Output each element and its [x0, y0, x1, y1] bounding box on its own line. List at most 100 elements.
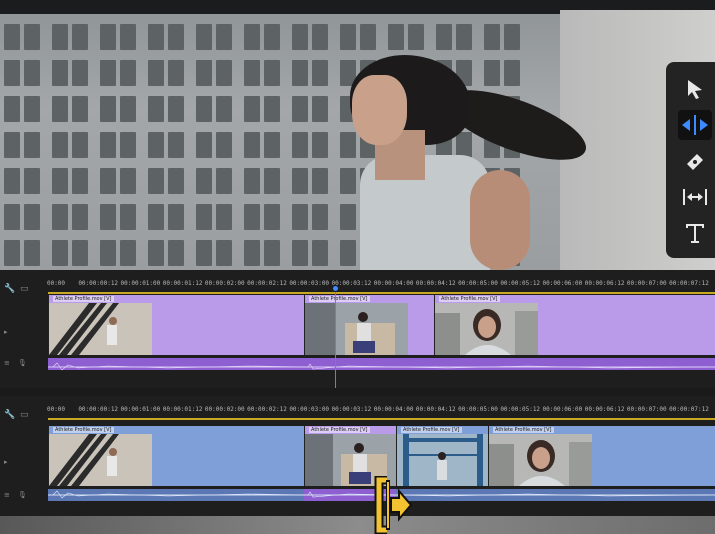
ripple-edit-tool-icon[interactable]	[678, 110, 712, 140]
clip[interactable]: Athlete Profile.mov [V]	[48, 295, 152, 355]
ruler-labels: 00:00 00:00:00:12 00:00:01:00 00:00:01:12 00…	[47, 406, 715, 416]
building-window	[264, 132, 280, 158]
building-window	[312, 96, 328, 122]
runner-face	[352, 75, 407, 145]
building-window	[24, 60, 40, 86]
timeline-before: 🔧 ▭ 00:00 00:00:00:12 00:00:01:00 00:00:01:…	[0, 270, 715, 388]
building-window	[292, 132, 308, 158]
building-window	[148, 240, 164, 266]
ruler-tick-label: 00:00:03:12	[331, 406, 372, 413]
clip-label: Athlete Profile.mov [V]	[401, 427, 462, 433]
building-window	[100, 204, 116, 230]
clip[interactable]: Athlete Profile.mov [V]	[304, 295, 408, 355]
building-window	[72, 168, 88, 194]
clip[interactable]: Athlete Profile.mov [V]	[48, 426, 152, 486]
building-window	[436, 24, 452, 50]
building-window	[292, 24, 308, 50]
building-window	[408, 24, 424, 50]
clip-thumbnail	[49, 303, 152, 355]
playhead[interactable]	[333, 286, 338, 291]
time-ruler[interactable]: 🔧 ▭ 00:00 00:00:00:12 00:00:01:00 00:00:01:…	[0, 396, 715, 420]
wrench-icon[interactable]: 🔧	[4, 284, 15, 294]
building-window	[168, 96, 184, 122]
work-area-bar[interactable]	[48, 292, 715, 294]
building-window	[72, 60, 88, 86]
ruler-tick-label: 00:00:02:00	[204, 280, 245, 287]
building-window	[168, 204, 184, 230]
marker-icon[interactable]: ▭	[20, 284, 30, 294]
ruler-tick-label: 00:00:02:12	[247, 280, 287, 287]
building-window	[72, 96, 88, 122]
clip-thumbnail	[305, 303, 408, 355]
building-window	[100, 24, 116, 50]
ruler-tick-label: 00:00:04:12	[415, 280, 456, 287]
building-window	[340, 132, 356, 158]
building-window	[244, 204, 260, 230]
building-window	[216, 204, 232, 230]
building-window	[100, 240, 116, 266]
track-expand-icon[interactable]: ▸	[4, 458, 8, 466]
audio-toggle-icon[interactable]: ≡	[4, 359, 10, 367]
ruler-tick-label: 00:00:04:00	[373, 406, 414, 413]
slip-tool-icon[interactable]	[678, 182, 712, 212]
microphone-icon[interactable]: 🎙	[18, 491, 27, 499]
building-window	[24, 240, 40, 266]
building-window	[216, 60, 232, 86]
building-window	[196, 132, 212, 158]
building-window	[120, 240, 136, 266]
building-window	[196, 96, 212, 122]
building-window	[4, 60, 20, 86]
clip-label: Athlete Profile.mov [V]	[439, 296, 500, 302]
ruler-tick-label: 00:00:04:12	[415, 406, 456, 413]
building-window	[264, 240, 280, 266]
building-window	[148, 132, 164, 158]
playhead-line	[335, 292, 336, 388]
microphone-icon[interactable]: 🎙	[18, 359, 27, 367]
ruler-tick-label: 00:00:03:12	[331, 280, 372, 287]
building-window	[312, 204, 328, 230]
ruler-tick-label: 00:00:07:00	[626, 280, 667, 287]
wrench-icon[interactable]: 🔧	[4, 410, 15, 420]
building-window	[504, 60, 520, 86]
building-window	[168, 168, 184, 194]
building-window	[100, 132, 116, 158]
clip-thumbnail	[489, 434, 592, 486]
marker-icon[interactable]: ▭	[20, 410, 30, 420]
ruler-tick-label: 00:00:02:12	[247, 406, 287, 413]
building-window	[340, 240, 356, 266]
clip-label: Athlete Profile.mov [V]	[309, 296, 370, 302]
building-window	[292, 240, 308, 266]
ruler-tick-label: 00:00:06:12	[584, 406, 625, 413]
selection-tool-icon[interactable]	[678, 74, 712, 104]
building-window	[4, 24, 20, 50]
building-window	[340, 24, 356, 50]
ruler-tick-label: 00:00:07:12	[669, 406, 709, 413]
building-window	[216, 24, 232, 50]
building-window	[264, 96, 280, 122]
ruler-labels: 00:00 00:00:00:12 00:00:01:00 00:00:01:12 00…	[47, 280, 715, 290]
ruler-tick-label: 00:00:02:00	[204, 406, 245, 413]
audio-track	[48, 358, 715, 371]
building-window	[388, 24, 404, 50]
razor-tool-icon[interactable]	[678, 146, 712, 176]
building-window	[264, 168, 280, 194]
audio-toggle-icon[interactable]: ≡	[4, 491, 10, 499]
clip[interactable]: Athlete Profile.mov [V]	[488, 426, 592, 486]
ruler-tick-label: 00:00:01:12	[162, 406, 203, 413]
ruler-tick-label: 00:00:07:12	[669, 280, 709, 287]
ruler-tick-label: 00:00:05:12	[500, 280, 541, 287]
building-window	[244, 96, 260, 122]
clip[interactable]: Athlete Profile.mov [V]	[434, 295, 538, 355]
building-window	[120, 168, 136, 194]
ruler-tick-label: 00:00:01:00	[120, 280, 161, 287]
building-window	[52, 240, 68, 266]
track-expand-icon[interactable]: ▸	[4, 328, 8, 336]
building-window	[72, 204, 88, 230]
building-window	[456, 24, 472, 50]
building-window	[244, 240, 260, 266]
building-window	[148, 24, 164, 50]
time-ruler[interactable]: 🔧 ▭ 00:00 00:00:00:12 00:00:01:00 00:00:01:…	[0, 270, 715, 294]
type-tool-icon[interactable]	[678, 218, 712, 248]
building-window	[264, 204, 280, 230]
work-area-bar[interactable]	[48, 418, 715, 420]
